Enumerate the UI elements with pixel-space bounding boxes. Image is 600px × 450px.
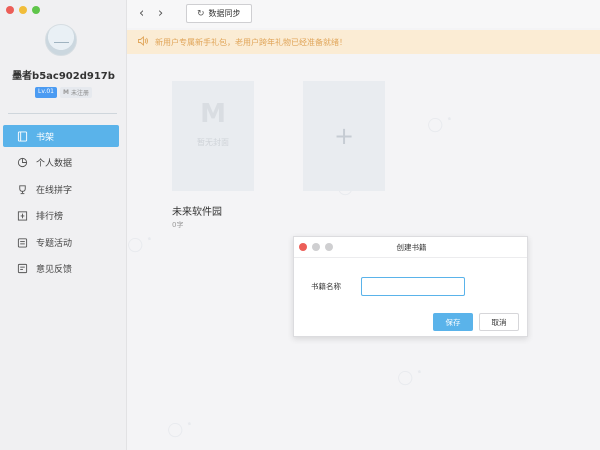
save-button[interactable]: 保存 xyxy=(433,313,473,331)
window-controls xyxy=(6,6,40,14)
close-window-button[interactable] xyxy=(6,6,14,14)
minimize-window-button[interactable] xyxy=(19,6,27,14)
back-arrow-icon[interactable]: ‹ xyxy=(139,6,144,21)
sidebar-item-label: 意见反馈 xyxy=(36,265,73,275)
trophy-icon xyxy=(17,184,28,195)
sidebar-item-label: 专题活动 xyxy=(36,238,73,249)
sidebar-divider xyxy=(8,113,117,114)
refresh-icon: ↻ xyxy=(197,8,205,19)
sidebar-nav: 书架 个人数据 在线拼字 排行榜 专题活动 意见反馈 xyxy=(3,125,119,284)
cancel-button[interactable]: 取消 xyxy=(479,313,519,331)
plus-icon: + xyxy=(333,122,355,150)
sidebar-item-label: 个人数据 xyxy=(36,159,73,169)
sidebar-item-label: 排行榜 xyxy=(36,212,64,222)
notice-text: 新用户专属新手礼包，老用户跨年礼物已经准备就绪！ xyxy=(155,37,347,47)
book-cover[interactable]: M 暂无封面 xyxy=(172,81,254,191)
avatar[interactable] xyxy=(45,24,77,56)
sidebar: 墨者b5ac902d917b Lv.01 M 未注册 书架 个人数据 在线拼字 xyxy=(0,0,127,450)
maximize-window-button[interactable] xyxy=(32,6,40,14)
dialog-header: 创建书籍 xyxy=(294,237,527,258)
sidebar-item-online-spelling[interactable]: 在线拼字 xyxy=(3,178,119,200)
register-badge[interactable]: M 未注册 xyxy=(59,87,92,98)
sidebar-item-label: 在线拼字 xyxy=(36,185,73,196)
sync-button[interactable]: ↻ 数据同步 xyxy=(186,4,252,23)
main-area: ‹ › ↻ 数据同步 新用户专属新手礼包，老用户跨年礼物已经准备就绪！ ◯ · … xyxy=(125,0,600,450)
create-book-dialog: 创建书籍 书籍名称 保存 取消 xyxy=(293,236,528,337)
calendar-icon xyxy=(17,237,28,248)
watermark: ◯ · xyxy=(395,364,425,388)
pie-chart-icon xyxy=(17,157,28,168)
book-name-label: 书籍名称 xyxy=(311,282,341,291)
sidebar-item-special-events[interactable]: 专题活动 xyxy=(3,231,119,253)
sync-button-label: 数据同步 xyxy=(208,9,241,18)
brand-m-icon: M xyxy=(62,89,69,96)
bookshelf-icon xyxy=(17,130,28,142)
cover-placeholder-logo-icon: M xyxy=(200,99,226,129)
add-book-button[interactable]: + xyxy=(303,81,385,191)
sidebar-item-feedback[interactable]: 意见反馈 xyxy=(3,258,119,280)
dialog-title: 创建书籍 xyxy=(396,243,427,252)
sidebar-item-bookshelf[interactable]: 书架 xyxy=(3,125,119,147)
register-badge-label: 未注册 xyxy=(70,90,89,97)
toolbar: ‹ › ↻ 数据同步 xyxy=(127,0,600,28)
watermark: ◯ · xyxy=(165,416,195,440)
book-word-count: 0字 xyxy=(172,221,184,229)
cover-placeholder-text: 暂无封面 xyxy=(197,138,229,147)
book-title[interactable]: 未来软件园 xyxy=(172,203,222,218)
user-badges: Lv.01 M 未注册 xyxy=(0,87,127,98)
speaker-icon xyxy=(137,35,149,49)
notice-banner[interactable]: 新用户专属新手礼包，老用户跨年礼物已经准备就绪！ xyxy=(127,30,600,54)
sidebar-item-personal-data[interactable]: 个人数据 xyxy=(3,152,119,174)
sidebar-item-ranking[interactable]: 排行榜 xyxy=(3,205,119,227)
watermark: ◯ · xyxy=(425,111,455,135)
forward-arrow-icon[interactable]: › xyxy=(158,6,163,21)
book-name-input[interactable] xyxy=(361,277,465,296)
watermark: ◯ · xyxy=(125,231,155,255)
sidebar-item-label: 书架 xyxy=(36,132,55,143)
feedback-icon xyxy=(17,263,28,274)
username: 墨者b5ac902d917b xyxy=(12,71,115,82)
level-badge: Lv.01 xyxy=(35,87,57,98)
ranking-icon xyxy=(17,210,28,221)
